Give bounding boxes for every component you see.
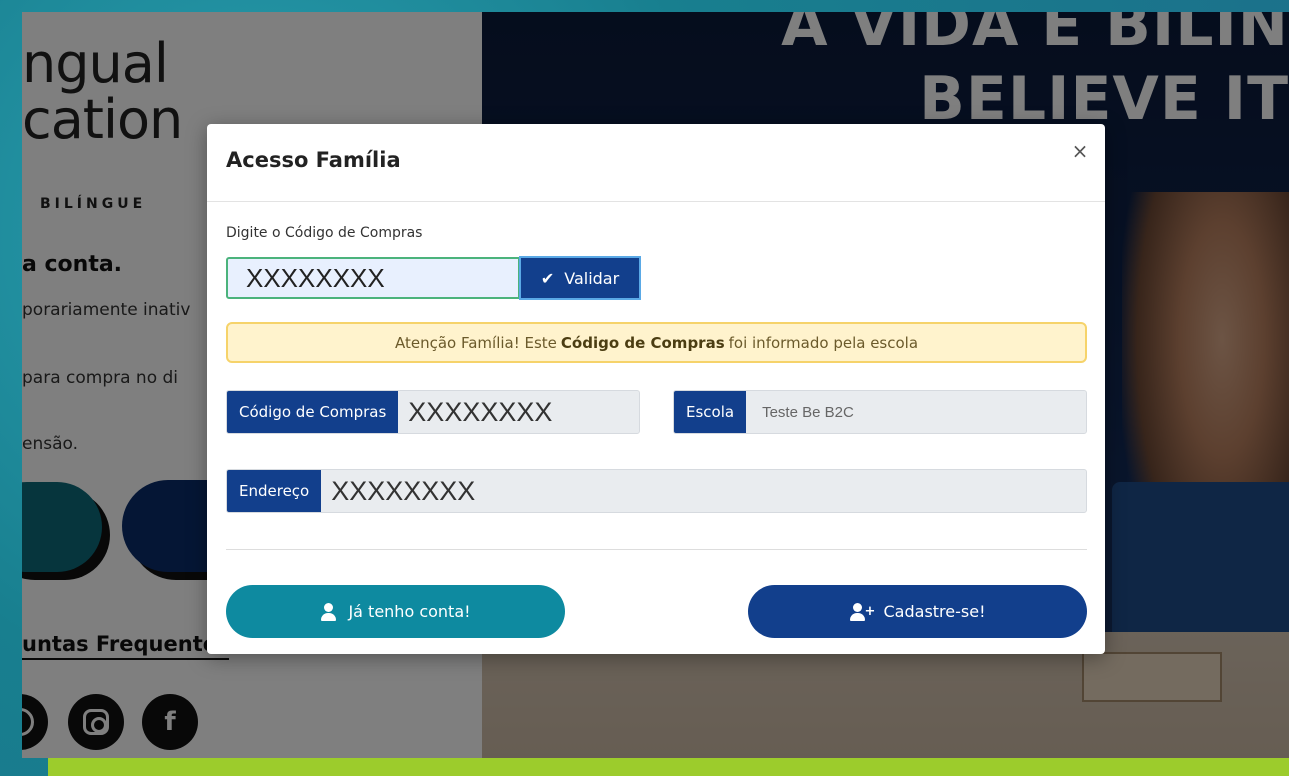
modal-divider — [226, 549, 1087, 550]
modal-title: Acesso Família — [226, 148, 401, 172]
alert-suffix: foi informado pela escola — [728, 333, 919, 352]
purchase-code-field-label: Código de Compras — [227, 391, 399, 433]
school-field: Escola Teste Be B2C — [673, 390, 1087, 434]
alert-highlight: Código de Compras — [560, 333, 725, 352]
purchase-code-field-value: XXXXXXXX — [408, 396, 553, 427]
code-input-label: Digite o Código de Compras — [226, 225, 423, 241]
double-check-icon: ✔ — [540, 268, 555, 288]
address-field-label: Endereço — [227, 470, 322, 512]
address-field: Endereço XXXXXXXX — [226, 469, 1087, 513]
alert-prefix: Atenção Família! Este — [394, 333, 557, 352]
address-field-value: XXXXXXXX — [331, 475, 476, 506]
info-alert: Atenção Família! Este Código de Compras … — [226, 322, 1087, 363]
family-access-modal: Acesso Família × Digite o Código de Comp… — [207, 124, 1105, 654]
validate-button[interactable]: ✔ Validar — [519, 256, 641, 300]
school-field-value: Teste Be B2C — [762, 403, 854, 421]
school-field-label: Escola — [674, 391, 747, 433]
purchase-code-field: Código de Compras XXXXXXXX — [226, 390, 640, 434]
have-account-button[interactable]: Já tenho conta! — [226, 585, 565, 638]
signup-button-label: Cadastre-se! — [883, 602, 986, 621]
validate-button-label: Validar — [564, 268, 620, 288]
signup-button[interactable]: + Cadastre-se! — [748, 585, 1087, 638]
modal-header: Acesso Família × — [207, 124, 1105, 202]
bottom-accent-bar — [48, 758, 1289, 776]
user-plus-icon: + — [849, 602, 875, 621]
user-icon — [320, 602, 338, 621]
purchase-code-input[interactable]: XXXXXXXX — [226, 257, 520, 299]
close-icon[interactable]: × — [1071, 141, 1089, 161]
have-account-button-label: Já tenho conta! — [348, 602, 471, 621]
